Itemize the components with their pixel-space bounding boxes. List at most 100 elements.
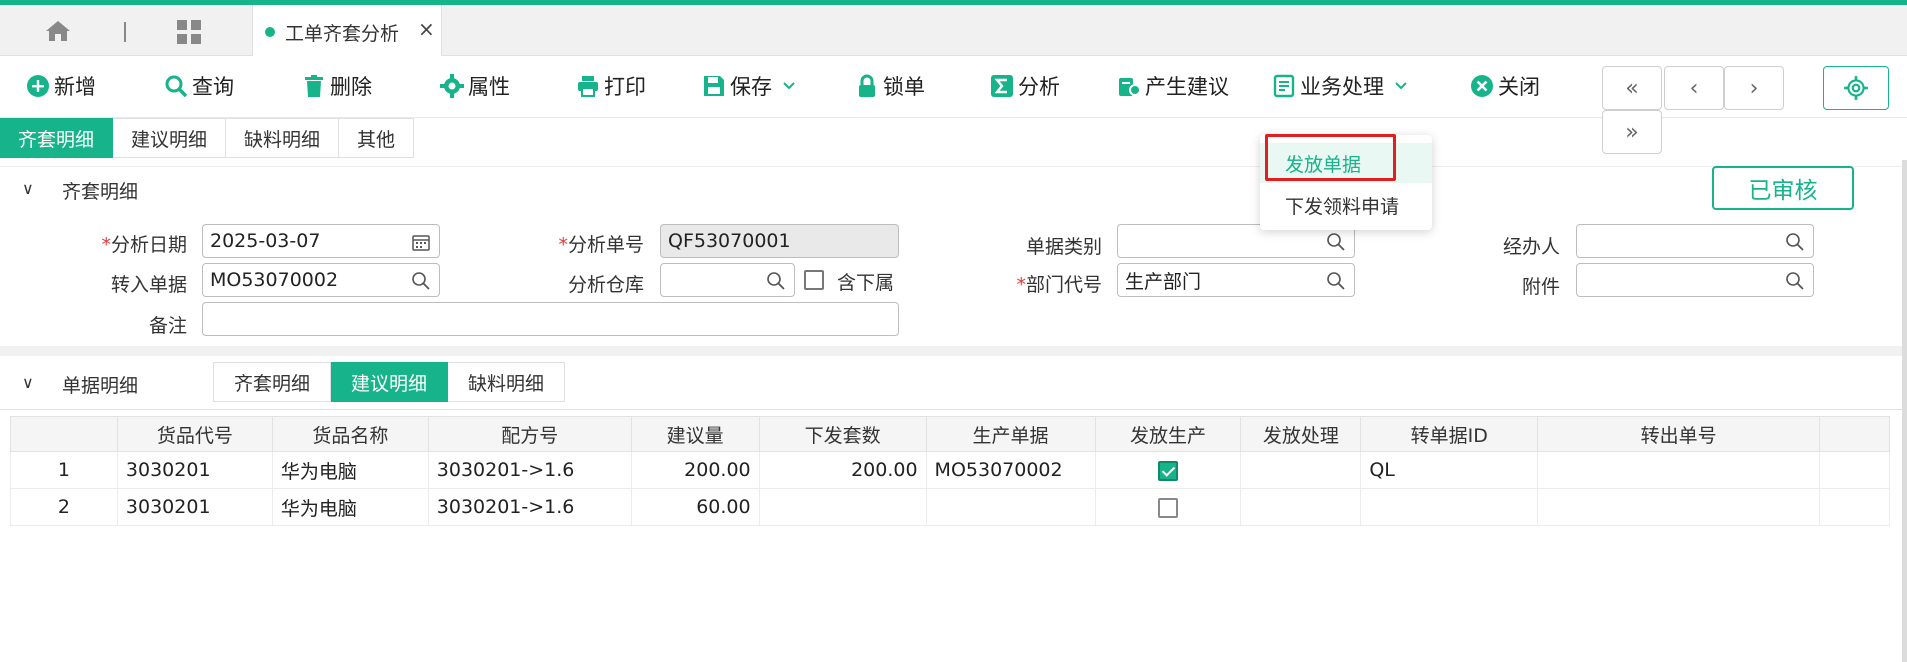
cell-release[interactable] xyxy=(1094,451,1242,489)
attachment-field[interactable] xyxy=(1576,263,1814,297)
properties-button[interactable]: 属性 xyxy=(440,71,510,101)
apps-grid-icon[interactable] xyxy=(176,19,202,45)
collapse-chevron-icon[interactable]: ∨ xyxy=(22,373,34,392)
nav-prev-button[interactable]: ‹ xyxy=(1664,66,1724,110)
calendar-icon[interactable] xyxy=(411,232,431,252)
cell-blank xyxy=(1818,488,1891,526)
close-button[interactable]: 关闭 xyxy=(1470,71,1540,101)
detail-tab-suggestion[interactable]: 建议明细 xyxy=(331,362,449,402)
cell-order[interactable] xyxy=(925,488,1096,526)
subtab-other[interactable]: 其他 xyxy=(339,118,415,158)
chevron-down-icon[interactable] xyxy=(782,79,796,93)
search-icon[interactable] xyxy=(1785,232,1805,252)
close-label: 关闭 xyxy=(1498,75,1540,99)
col-header-qty[interactable]: 建议量 xyxy=(630,416,760,452)
transfer-doc-field[interactable]: MO53070002 xyxy=(202,263,440,297)
save-button[interactable]: 保存 xyxy=(702,71,800,101)
active-dot-icon xyxy=(265,27,275,37)
cell-qty[interactable]: 60.00 xyxy=(630,488,760,526)
table-row[interactable]: 1 3030201 华为电脑 3030201->1.6 200.00 200.0… xyxy=(10,451,1891,489)
cell-process[interactable] xyxy=(1240,451,1362,489)
cell-out-no[interactable] xyxy=(1537,488,1820,526)
tab-bar: 工单齐套分析 × xyxy=(0,5,1907,56)
search-icon[interactable] xyxy=(1785,271,1805,291)
cell-formula[interactable]: 3030201->1.6 xyxy=(427,451,632,489)
nav-next-button[interactable]: › xyxy=(1724,66,1784,110)
include-sub-label: 含下属 xyxy=(837,272,895,294)
business-processing-button[interactable]: 业务处理 xyxy=(1272,71,1412,101)
analysis-no-label: *分析单号 xyxy=(558,234,644,256)
home-icon[interactable] xyxy=(44,19,72,43)
attachment-label: 附件 xyxy=(1521,276,1560,298)
dept-field[interactable]: 生产部门 xyxy=(1117,263,1355,297)
cell-out-no[interactable] xyxy=(1537,451,1820,489)
vertical-scrollbar[interactable] xyxy=(1902,160,1907,662)
add-button[interactable]: 新增 xyxy=(26,71,96,101)
remark-field[interactable] xyxy=(202,302,899,336)
menu-item-issue-material-request[interactable]: 下发领料申请 xyxy=(1260,185,1432,225)
col-header-out-no[interactable]: 转出单号 xyxy=(1537,416,1820,452)
col-header-blank xyxy=(1818,416,1891,452)
subtab-kit-detail[interactable]: 齐套明细 xyxy=(0,118,114,158)
search-icon[interactable] xyxy=(411,271,431,291)
cell-order[interactable]: MO53070002 xyxy=(925,451,1096,489)
detail-tab-shortage[interactable]: 缺料明细 xyxy=(448,362,566,402)
search-icon[interactable] xyxy=(766,271,786,291)
nav-last-button[interactable]: » xyxy=(1602,110,1662,154)
subtab-suggestion-detail[interactable]: 建议明细 xyxy=(113,118,227,158)
col-header-code[interactable]: 货品代号 xyxy=(116,416,273,452)
tab-work-order-analysis[interactable]: 工单齐套分析 × xyxy=(252,5,442,56)
settings-button[interactable] xyxy=(1823,66,1889,110)
cell-name[interactable]: 华为电脑 xyxy=(271,451,429,489)
chevron-right-icon: › xyxy=(1749,75,1759,101)
chevron-down-icon[interactable] xyxy=(1394,79,1408,93)
tab-close-icon[interactable]: × xyxy=(418,17,435,41)
release-checkbox-unchecked[interactable] xyxy=(1157,497,1178,518)
col-header-order[interactable]: 生产单据 xyxy=(925,416,1096,452)
warehouse-field[interactable] xyxy=(660,263,795,297)
col-header-sets[interactable]: 下发套数 xyxy=(758,416,927,452)
table-row[interactable]: 2 3030201 华为电脑 3030201->1.6 60.00 xyxy=(10,488,1891,526)
col-header-release[interactable]: 发放生产 xyxy=(1094,416,1242,452)
subtab-shortage-detail[interactable]: 缺料明细 xyxy=(226,118,340,158)
delete-button[interactable]: 删除 xyxy=(302,71,372,101)
analyze-button[interactable]: 分析 xyxy=(990,71,1060,101)
search-icon[interactable] xyxy=(1326,232,1346,252)
cell-qty[interactable]: 200.00 xyxy=(630,451,760,489)
cell-name[interactable]: 华为电脑 xyxy=(271,488,429,526)
cell-process[interactable] xyxy=(1240,488,1362,526)
section-separator xyxy=(0,346,1907,356)
detail-section-title: 单据明细 xyxy=(62,375,139,397)
search-icon[interactable] xyxy=(1326,271,1346,291)
col-header-process[interactable]: 发放处理 xyxy=(1240,416,1362,452)
cell-doc-id[interactable] xyxy=(1360,488,1539,526)
cell-code[interactable]: 3030201 xyxy=(116,488,273,526)
nav-first-button[interactable]: « xyxy=(1602,66,1662,110)
col-header-index xyxy=(10,416,118,452)
cell-release[interactable] xyxy=(1094,488,1242,526)
lock-button[interactable]: 锁单 xyxy=(855,71,925,101)
query-button[interactable]: 查询 xyxy=(164,71,234,101)
include-sub-checkbox[interactable] xyxy=(804,270,824,290)
plus-circle-icon xyxy=(27,75,49,97)
col-header-formula[interactable]: 配方号 xyxy=(427,416,632,452)
cell-doc-id[interactable]: QL xyxy=(1360,451,1539,489)
gear-icon xyxy=(440,74,464,98)
release-checkbox-checked[interactable] xyxy=(1157,460,1178,481)
print-button[interactable]: 打印 xyxy=(576,71,646,101)
detail-tab-kit[interactable]: 齐套明细 xyxy=(213,362,332,402)
col-header-name[interactable]: 货品名称 xyxy=(271,416,429,452)
highlight-box xyxy=(1265,134,1396,181)
cell-code[interactable]: 3030201 xyxy=(116,451,273,489)
cell-formula[interactable]: 3030201->1.6 xyxy=(427,488,632,526)
collapse-chevron-icon[interactable]: ∨ xyxy=(22,179,34,198)
transfer-doc-label: 转入单据 xyxy=(110,274,187,296)
generate-suggestion-button[interactable]: 产生建议 xyxy=(1117,71,1229,101)
cell-sets[interactable] xyxy=(758,488,927,526)
analysis-date-field[interactable]: 2025-03-07 xyxy=(202,224,440,258)
col-header-doc-id[interactable]: 转单据ID xyxy=(1360,416,1539,452)
cell-sets[interactable]: 200.00 xyxy=(758,451,927,489)
handler-label: 经办人 xyxy=(1502,236,1560,258)
status-badge: 已审核 xyxy=(1712,166,1854,210)
handler-field[interactable] xyxy=(1576,224,1814,258)
